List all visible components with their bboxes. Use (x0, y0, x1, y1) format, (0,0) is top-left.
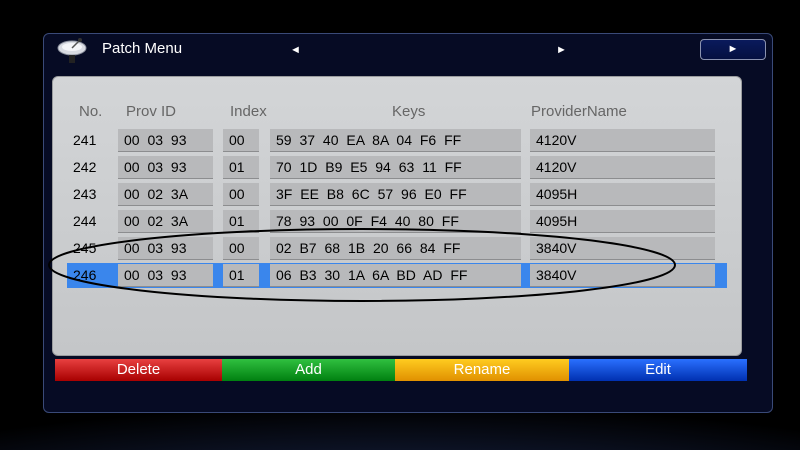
index-cell[interactable]: 01 (223, 156, 259, 179)
provider-name-cell[interactable]: 4120V (530, 129, 715, 152)
next-button[interactable]: ► (700, 39, 766, 60)
index-cell[interactable]: 00 (223, 183, 259, 206)
row-number: 242 (73, 159, 97, 175)
prov-id-cell[interactable]: 00 03 93 (118, 129, 213, 152)
index-cell[interactable]: 01 (223, 210, 259, 233)
header-provider-name: ProviderName (531, 103, 627, 120)
keys-cell[interactable]: 59 37 40 EA 8A 04 F6 FF (270, 129, 521, 152)
rename-button[interactable]: Rename (395, 359, 569, 381)
delete-button[interactable]: Delete (55, 359, 222, 381)
prov-id-cell[interactable]: 00 02 3A (118, 210, 213, 233)
satellite-dish-icon (57, 38, 87, 63)
function-button-bar: Delete Add Rename Edit (55, 359, 747, 381)
prov-id-cell[interactable]: 00 02 3A (118, 183, 213, 206)
header-no: No. (79, 103, 103, 120)
header-keys: Keys (392, 103, 426, 120)
page-title: Patch Menu (102, 40, 183, 57)
keys-cell[interactable]: 70 1D B9 E5 94 63 11 FF (270, 156, 521, 179)
index-cell[interactable]: 00 (223, 129, 259, 152)
table-row[interactable]: 244 00 02 3A 01 78 93 00 0F F4 40 80 FF … (67, 209, 727, 234)
table-row[interactable]: 242 00 03 93 01 70 1D B9 E5 94 63 11 FF … (67, 155, 727, 180)
provider-name-cell[interactable]: 4095H (530, 183, 715, 206)
table-row[interactable]: 243 00 02 3A 00 3F EE B8 6C 57 96 E0 FF … (67, 182, 727, 207)
add-button[interactable]: Add (222, 359, 395, 381)
provider-name-cell[interactable]: 4120V (530, 156, 715, 179)
provider-name-cell[interactable]: 4095H (530, 210, 715, 233)
row-number: 246 (73, 267, 97, 283)
patch-menu-window: Patch Menu ◄ ► ► No. Prov ID Index Keys … (43, 33, 773, 413)
row-number: 245 (73, 240, 97, 256)
row-number: 244 (73, 213, 97, 229)
index-cell[interactable]: 00 (223, 237, 259, 260)
provider-name-cell[interactable]: 3840V (530, 264, 715, 287)
prov-id-cell[interactable]: 00 03 93 (118, 264, 213, 287)
prev-page-arrow-icon[interactable]: ◄ (290, 44, 301, 56)
table-row-selected[interactable]: 246 00 03 93 01 06 B3 30 1A 6A BD AD FF … (67, 263, 727, 288)
row-number: 243 (73, 186, 97, 202)
row-number: 241 (73, 132, 97, 148)
prov-id-cell[interactable]: 00 03 93 (118, 156, 213, 179)
table-row[interactable]: 241 00 03 93 00 59 37 40 EA 8A 04 F6 FF … (67, 128, 727, 153)
provider-name-cell[interactable]: 3840V (530, 237, 715, 260)
keys-cell[interactable]: 78 93 00 0F F4 40 80 FF (270, 210, 521, 233)
patch-table-panel: No. Prov ID Index Keys ProviderName 241 … (52, 76, 742, 356)
table-row[interactable]: 245 00 03 93 00 02 B7 68 1B 20 66 84 FF … (67, 236, 727, 261)
keys-cell[interactable]: 3F EE B8 6C 57 96 E0 FF (270, 183, 521, 206)
header-prov-id: Prov ID (126, 103, 177, 120)
keys-cell[interactable]: 02 B7 68 1B 20 66 84 FF (270, 237, 521, 260)
prov-id-cell[interactable]: 00 03 93 (118, 237, 213, 260)
header-index: Index (230, 103, 267, 120)
next-page-arrow-icon[interactable]: ► (556, 44, 567, 56)
edit-button[interactable]: Edit (569, 359, 747, 381)
keys-cell[interactable]: 06 B3 30 1A 6A BD AD FF (270, 264, 521, 287)
index-cell[interactable]: 01 (223, 264, 259, 287)
